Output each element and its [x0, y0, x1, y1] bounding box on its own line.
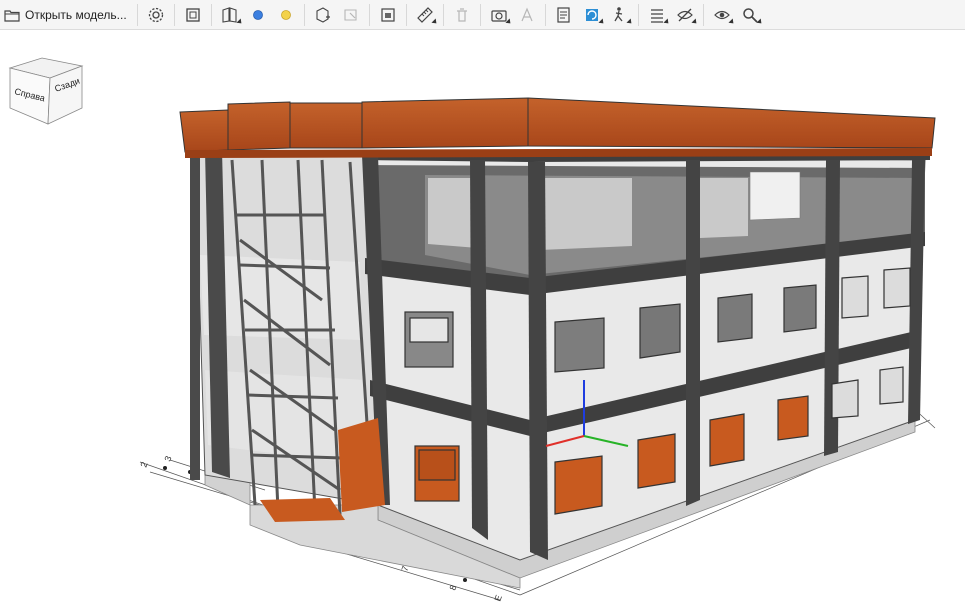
- toolbar-separator: [637, 3, 639, 26]
- select-object-button: [337, 1, 365, 29]
- yellow-marker-button[interactable]: [272, 1, 300, 29]
- toolbar-separator: [544, 3, 546, 26]
- settings-gear-icon: [148, 7, 163, 22]
- grid-label-3: 3: [162, 455, 173, 463]
- annotation-icon: [521, 6, 533, 21]
- rotate-view-button[interactable]: [578, 1, 606, 29]
- measure-ruler-button[interactable]: [411, 1, 439, 29]
- roof-parapet: [179, 97, 936, 158]
- open-model-button[interactable]: Открыть модель...: [0, 1, 133, 29]
- blue-marker-icon: [252, 9, 263, 20]
- toolbar-separator: [303, 3, 305, 26]
- properties-icon: [557, 6, 570, 23]
- open-model-label: Открыть модель...: [25, 7, 127, 22]
- navigation-cube[interactable]: Справа Сзади: [6, 52, 86, 126]
- entrance-floor: [338, 418, 385, 512]
- toolbar-tools: [142, 1, 764, 29]
- toolbar-separator: [479, 3, 481, 26]
- show-eye-icon: [713, 10, 730, 19]
- layers-list-button[interactable]: [643, 1, 671, 29]
- grid-label-8: 8: [447, 584, 458, 592]
- layers-list-icon: [650, 8, 663, 23]
- delete-icon: [456, 7, 467, 22]
- stair-landing: [260, 498, 345, 522]
- main-toolbar: Открыть модель...: [0, 0, 965, 30]
- zoom-search-button[interactable]: [736, 1, 764, 29]
- select-object-icon: [344, 8, 357, 21]
- toolbar-separator: [173, 3, 175, 26]
- fit-view-button[interactable]: [179, 1, 207, 29]
- toolbar-separator: [442, 3, 444, 26]
- walk-mode-button[interactable]: [606, 1, 634, 29]
- properties-button[interactable]: [550, 1, 578, 29]
- toolbar-separator: [136, 3, 138, 26]
- settings-gear-button[interactable]: [142, 1, 170, 29]
- annotation-button: [513, 1, 541, 29]
- fit-view-icon: [186, 7, 200, 22]
- toolbar-separator: [368, 3, 370, 26]
- grid-label-e: Е: [492, 594, 503, 603]
- hide-eye-icon: [676, 8, 693, 21]
- delete-button: [448, 1, 476, 29]
- toolbar-separator: [405, 3, 407, 26]
- section-planes-icon: [222, 6, 237, 23]
- toolbar-separator: [702, 3, 704, 26]
- section-planes-button[interactable]: [216, 1, 244, 29]
- calendar-view-icon: [381, 7, 395, 22]
- yellow-marker-icon: [280, 9, 291, 20]
- 3d-viewport[interactable]: 6 7 8 2 3 Е: [0, 30, 965, 615]
- zoom-search-icon: [742, 7, 758, 23]
- folder-icon: [4, 9, 20, 22]
- add-object-icon: [316, 6, 330, 23]
- blue-marker-button[interactable]: [244, 1, 272, 29]
- measure-ruler-icon: [416, 6, 433, 23]
- building-model[interactable]: 6 7 8 2 3 Е: [0, 30, 965, 615]
- calendar-view-button[interactable]: [374, 1, 402, 29]
- grid-label-2: 2: [138, 461, 149, 469]
- show-eye-button[interactable]: [708, 1, 736, 29]
- toolbar-separator: [210, 3, 212, 26]
- walk-mode-icon: [614, 6, 623, 21]
- hide-eye-button[interactable]: [671, 1, 699, 29]
- add-object-button[interactable]: [309, 1, 337, 29]
- camera-button[interactable]: [485, 1, 513, 29]
- camera-icon: [491, 9, 507, 22]
- rotate-view-icon: [585, 8, 598, 21]
